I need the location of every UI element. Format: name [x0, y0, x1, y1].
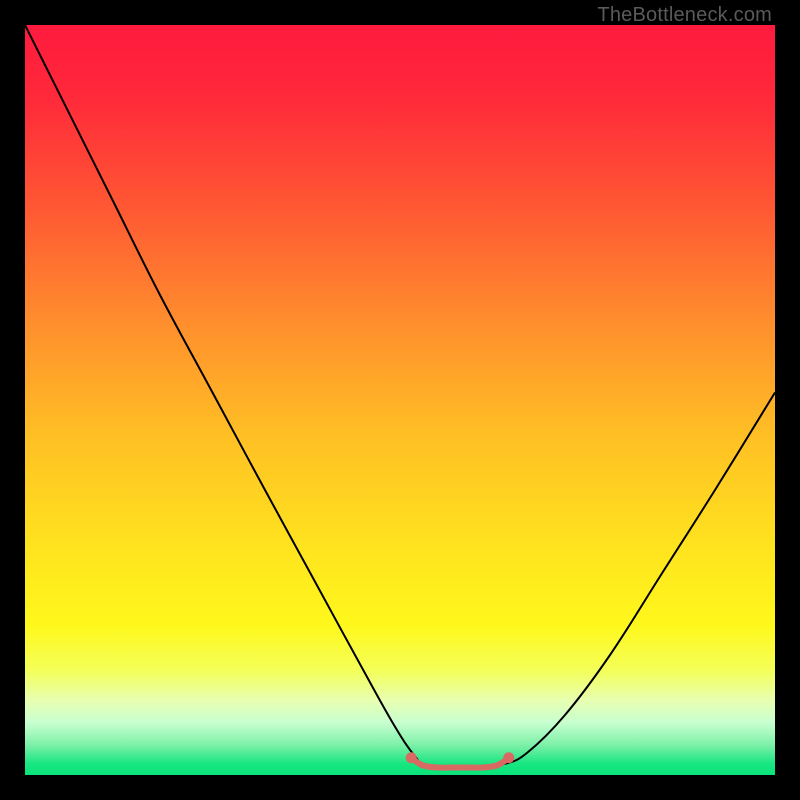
curve-layer: [25, 25, 775, 775]
flat-segment-endpoint: [406, 752, 417, 763]
flat-segment-endpoint: [503, 752, 514, 763]
flat-segment-points: [406, 752, 515, 763]
main-curve: [25, 25, 775, 769]
chart-stage: TheBottleneck.com: [0, 0, 800, 800]
plot-area: [25, 25, 775, 775]
flat-segment-line: [411, 758, 509, 768]
watermark-text: TheBottleneck.com: [597, 4, 772, 27]
